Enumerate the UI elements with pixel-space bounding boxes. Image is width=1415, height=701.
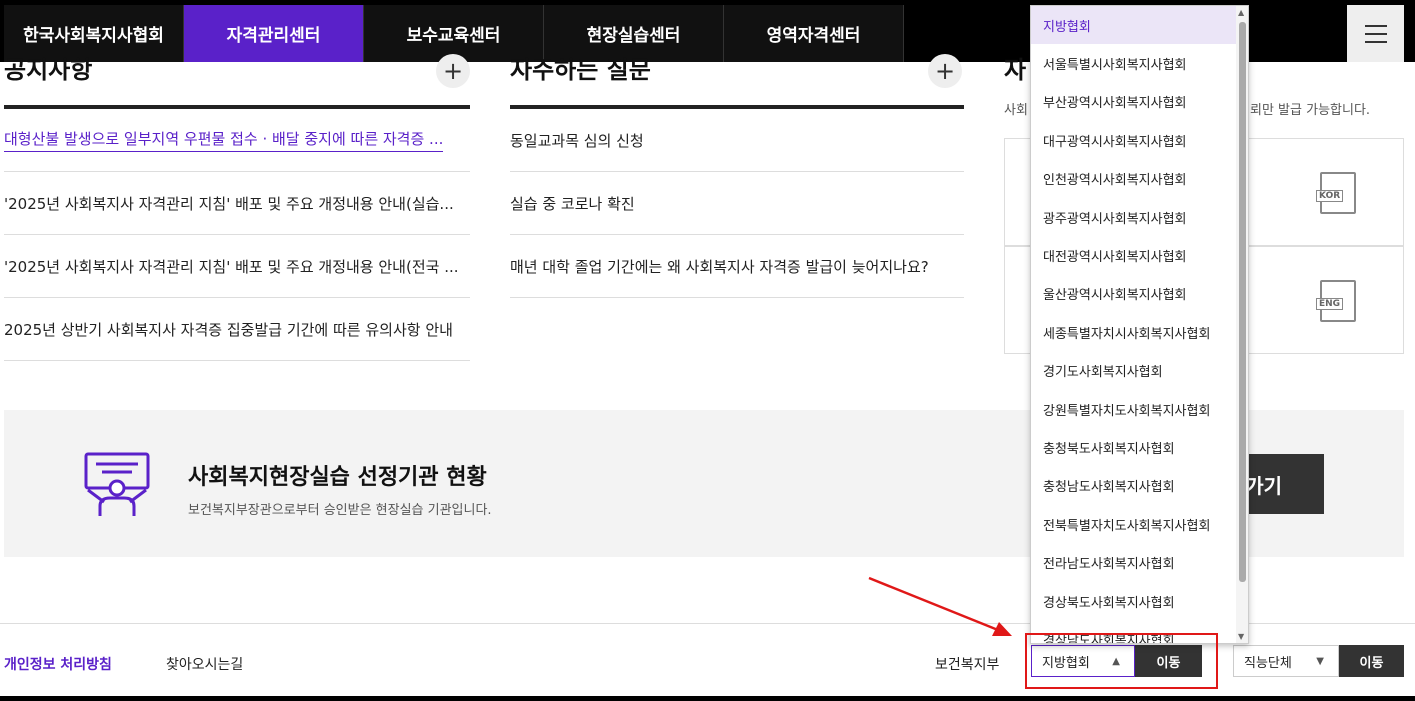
footer-bottom-bar	[0, 696, 1415, 701]
notice-item[interactable]: 2025년 상반기 사회복지사 자격증 집중발급 기간에 따른 유의사항 안내	[4, 298, 470, 361]
plus-icon: +	[934, 57, 956, 85]
dropdown-option[interactable]: 울산광역시사회복지사협회	[1031, 275, 1236, 313]
scroll-down-icon[interactable]: ▼	[1238, 632, 1244, 641]
mohw-link[interactable]: 보건복지부	[935, 654, 999, 674]
dropdown-option[interactable]: 부산광역시사회복지사협회	[1031, 83, 1236, 121]
notice-more-button[interactable]: +	[436, 54, 470, 88]
english-document-icon: ENG	[1316, 280, 1356, 322]
directions-link[interactable]: 찾아오시는길	[166, 654, 243, 674]
dropdown-option[interactable]: 지방협회	[1031, 6, 1236, 45]
notice-item[interactable]: '2025년 사회복지사 자격관리 지침' 배포 및 주요 개정내용 안내(전국…	[4, 235, 470, 298]
job-group-select[interactable]: 직능단체 ▼	[1233, 645, 1339, 677]
notice-list: 대형산불 발생으로 일부지역 우편물 접수 · 배달 중지에 따른 자격증 ..…	[4, 109, 470, 361]
notice-title: 공지사항	[4, 56, 93, 84]
dropdown-option[interactable]: 광주광역시사회복지사협회	[1031, 198, 1236, 236]
nav-item-qualification[interactable]: 자격관리센터	[184, 5, 364, 62]
dropdown-option[interactable]: 서울특별시사회복지사협회	[1031, 44, 1236, 82]
dropdown-option[interactable]: 대구광역시사회복지사협회	[1031, 121, 1236, 159]
job-group-go-button[interactable]: 이동	[1339, 645, 1404, 677]
faq-list: 동일교과목 심의 신청 실습 중 코로나 확진 매년 대학 졸업 기간에는 왜 …	[510, 109, 964, 298]
cert-description: 사회	[1004, 103, 1028, 118]
highlight-annotation-box	[1025, 633, 1218, 689]
notice-item[interactable]: 대형산불 발생으로 일부지역 우편물 접수 · 배달 중지에 따른 자격증 ..…	[4, 109, 470, 172]
cert-description-tail: 뢰만 발급 가능합니다.	[1250, 103, 1371, 118]
faq-more-button[interactable]: +	[928, 54, 962, 88]
hamburger-menu-button[interactable]	[1347, 5, 1404, 62]
korean-document-icon: KOR	[1316, 172, 1356, 214]
scrollbar-thumb[interactable]	[1239, 22, 1246, 582]
dropdown-option[interactable]: 전북특별자치도사회복지사협회	[1031, 505, 1236, 543]
plus-icon: +	[442, 57, 464, 85]
nav-item-domain-qualification[interactable]: 영역자격센터	[724, 5, 904, 62]
dropdown-scrollbar[interactable]: ▲ ▼	[1236, 6, 1248, 643]
dropdown-option[interactable]: 경기도사회복지사협회	[1031, 352, 1236, 390]
dropdown-option[interactable]: 충청북도사회복지사협회	[1031, 428, 1236, 466]
cert-title: 자	[1004, 56, 1027, 84]
dropdown-option[interactable]: 경상북도사회복지사협회	[1031, 582, 1236, 620]
faq-title: 자주하는 질문	[510, 56, 651, 84]
presentation-icon	[84, 452, 150, 516]
faq-item[interactable]: 매년 대학 졸업 기간에는 왜 사회복지사 자격증 발급이 늦어지나요?	[510, 235, 964, 298]
banner-title: 사회복지현장실습 선정기관 현황	[188, 465, 487, 490]
hamburger-icon	[1364, 24, 1387, 27]
dropdown-option[interactable]: 대전광역시사회복지사협회	[1031, 236, 1236, 274]
dropdown-option[interactable]: 강원특별자치도사회복지사협회	[1031, 390, 1236, 428]
faq-item[interactable]: 동일교과목 심의 신청	[510, 109, 964, 172]
dropdown-option[interactable]: 인천광역시사회복지사협회	[1031, 160, 1236, 198]
scroll-up-icon[interactable]: ▲	[1238, 8, 1244, 17]
banner-subtitle: 보건복지부장관으로부터 승인받은 현장실습 기관입니다.	[188, 503, 492, 518]
dropdown-option[interactable]: 전라남도사회복지사협회	[1031, 543, 1236, 581]
dropdown-option[interactable]: 세종특별자치시사회복지사협회	[1031, 313, 1236, 351]
privacy-policy-link[interactable]: 개인정보 처리방침	[4, 654, 112, 674]
caret-down-icon: ▼	[1316, 655, 1324, 667]
notice-item[interactable]: '2025년 사회복지사 자격관리 지침' 배포 및 주요 개정내용 안내(실습…	[4, 172, 470, 235]
dropdown-option[interactable]: 충청남도사회복지사협회	[1031, 467, 1236, 505]
local-association-dropdown[interactable]: 지방협회 서울특별시사회복지사협회 부산광역시사회복지사협회 대구광역시사회복지…	[1030, 5, 1249, 644]
faq-item[interactable]: 실습 중 코로나 확진	[510, 172, 964, 235]
